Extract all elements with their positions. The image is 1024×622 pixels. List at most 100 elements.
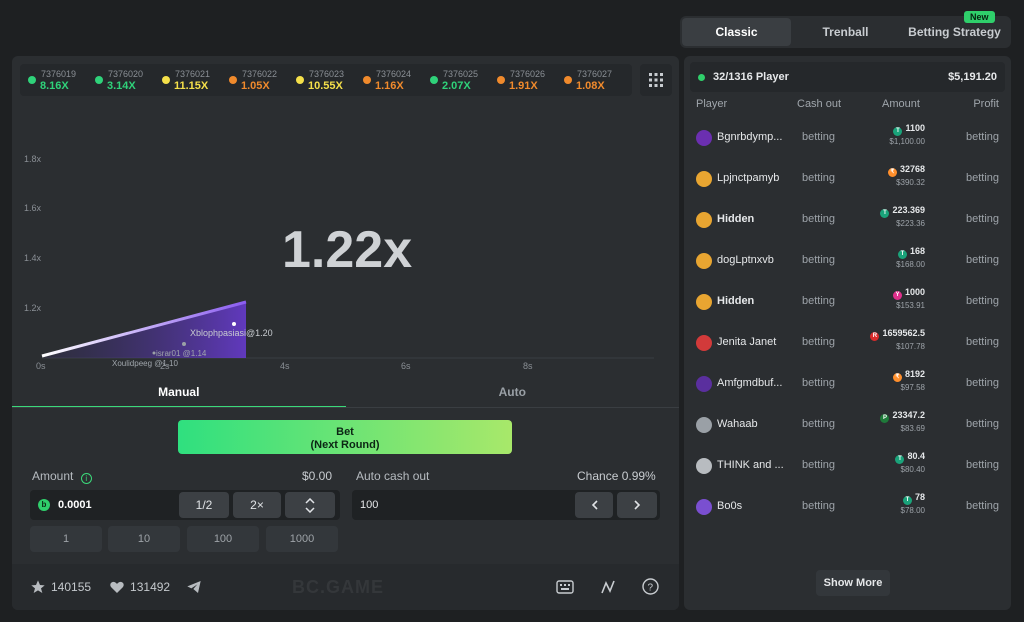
x-tick-label: 0s [36,361,46,371]
auto-cashout-label: Auto cash out [356,469,430,483]
y-tick-label: 1.6x [24,203,42,213]
bet-mode-tabs: Manual Auto [12,376,679,408]
total-bet-amount: $5,191.20 [948,71,997,83]
y-tick-label: 1.4x [24,253,42,263]
keyboard-icon[interactable] [556,579,574,595]
status-dot-icon [95,76,103,84]
player-row[interactable]: Lpjnctpamyb betting ₹32768 $390.32 betting [684,159,1011,200]
auto-cashout-decrease[interactable] [575,492,613,518]
bet-button-sublabel: (Next Round) [310,439,380,451]
avatar [696,171,712,187]
avatar [696,130,712,146]
player-row[interactable]: Wahaab betting P 23347.2 $83.69 betting [684,405,1011,446]
currency-icon: R [870,332,880,341]
history-item[interactable]: 7376020 3.14X [93,67,160,93]
tab-manual[interactable]: Manual [12,376,346,408]
player-profit: betting [965,131,999,143]
player-name: Hidden [717,295,755,307]
avatar [696,376,712,392]
round-history-bar: 7376019 8.16X 7376020 3.14X 7376021 11.15X 737… [20,64,632,96]
tab-classic[interactable]: Classic [682,18,791,46]
round-id: 7376027 [577,69,613,79]
auto-cashout-input[interactable]: 100 [360,499,378,511]
cashout-marker [182,342,186,346]
chart-line-icon[interactable] [600,579,616,595]
player-name: Wahaab [717,418,758,430]
players-table-header: Player Cash out Amount Profit [684,98,1011,116]
cashout-label: Xblophpasiasi@1.20 [190,328,273,338]
player-row[interactable]: Hidden betting T 223.369 $223.36 betting [684,200,1011,241]
amount-label: Amount i [32,469,92,484]
player-amount-value: 1000 [904,287,925,297]
chevron-down-icon [305,506,315,513]
player-profit: betting [965,254,999,266]
x-tick-label: 8s [523,361,533,371]
history-item[interactable]: 7376021 11.15X [160,67,227,93]
currency-icon: T [895,455,905,464]
amount-label-text: Amount [32,469,74,483]
player-row[interactable]: Jenita Janet betting R 1659562.5 $107.78 bett… [684,323,1011,364]
history-item[interactable]: 7376023 10.55X [294,67,361,93]
history-item[interactable]: 7376024 1.16X [361,67,428,93]
telegram-icon[interactable] [186,579,202,595]
round-id: 7376022 [242,69,278,79]
history-item[interactable]: 7376026 1.91X [495,67,562,93]
quick-amount-10[interactable]: 10 [108,526,180,552]
round-id: 7376019 [41,69,77,79]
player-amount: P 23347.2 [880,410,925,423]
stars-stat[interactable]: 140155 [30,579,91,595]
x-tick-label: 4s [280,361,290,371]
player-row[interactable]: Bgnrbdymp... betting T 1100 $1,100.00 betting [684,118,1011,159]
current-multiplier: 1.22x [282,221,413,279]
player-row[interactable]: dogLptnxvb betting T 168 $168.00 betting [684,241,1011,282]
player-profit: betting [965,500,999,512]
new-badge: New [964,11,995,23]
auto-cashout-increase[interactable] [617,492,657,518]
crash-chart: 1.8x 1.6x 1.4x 1.2x Xblophpasiasi@1.20 i… [12,100,679,376]
player-profit: betting [965,336,999,348]
double-amount-button[interactable]: 2× [233,492,281,518]
tab-auto[interactable]: Auto [346,376,680,408]
player-count: 32/1316 Player [713,71,789,83]
quick-amount-100[interactable]: 100 [187,526,259,552]
history-grid-button[interactable] [640,64,672,96]
status-dot-icon [229,76,237,84]
amount-stepper[interactable] [285,492,335,518]
show-more-button[interactable]: Show More [816,570,890,596]
history-item[interactable]: 7376022 1.05X [227,67,294,93]
history-item[interactable]: 7376027 1.08X [562,67,629,93]
player-profit: betting [965,459,999,471]
player-amount-usd: $168.00 [896,260,925,269]
help-icon[interactable]: ? [642,578,659,595]
player-row[interactable]: THINK and ... betting T 80.4 $80.40 betting [684,446,1011,487]
player-name: dogLptnxvb [717,254,774,266]
x-tick-label: 6s [401,361,411,371]
half-amount-button[interactable]: 1/2 [179,492,229,518]
status-dot-icon [430,76,438,84]
quick-amount-1[interactable]: 1 [30,526,102,552]
status-dot-icon [363,76,371,84]
history-item[interactable]: 7376025 2.07X [428,67,495,93]
history-item[interactable]: 7376019 8.16X [26,67,93,93]
status-dot-icon [497,76,505,84]
round-id: 7376026 [510,69,546,79]
player-row[interactable]: Amfgmdbuf... betting ₹8192 $97.58 betting [684,364,1011,405]
star-icon [31,580,45,593]
amount-input[interactable]: 0.0001 [58,499,92,511]
info-icon[interactable]: i [80,473,92,484]
player-row[interactable]: Hidden betting Y 1000 $153.91 betting [684,282,1011,323]
player-amount-value: 223.369 [892,205,925,215]
player-cashout: betting [802,377,836,389]
player-amount-usd: $97.58 [900,383,925,392]
svg-text:?: ? [648,583,654,594]
player-profit: betting [965,172,999,184]
likes-stat[interactable]: 131492 [109,579,170,595]
bet-button[interactable]: Bet (Next Round) [178,420,512,454]
player-cashout: betting [802,500,836,512]
y-tick-label: 1.8x [24,154,42,164]
player-row[interactable]: Bo0s betting T 78 $78.00 betting [684,487,1011,528]
player-cashout: betting [802,213,836,225]
tab-trenball[interactable]: Trenball [791,18,900,46]
quick-amount-1000[interactable]: 1000 [266,526,338,552]
avatar [696,212,712,228]
